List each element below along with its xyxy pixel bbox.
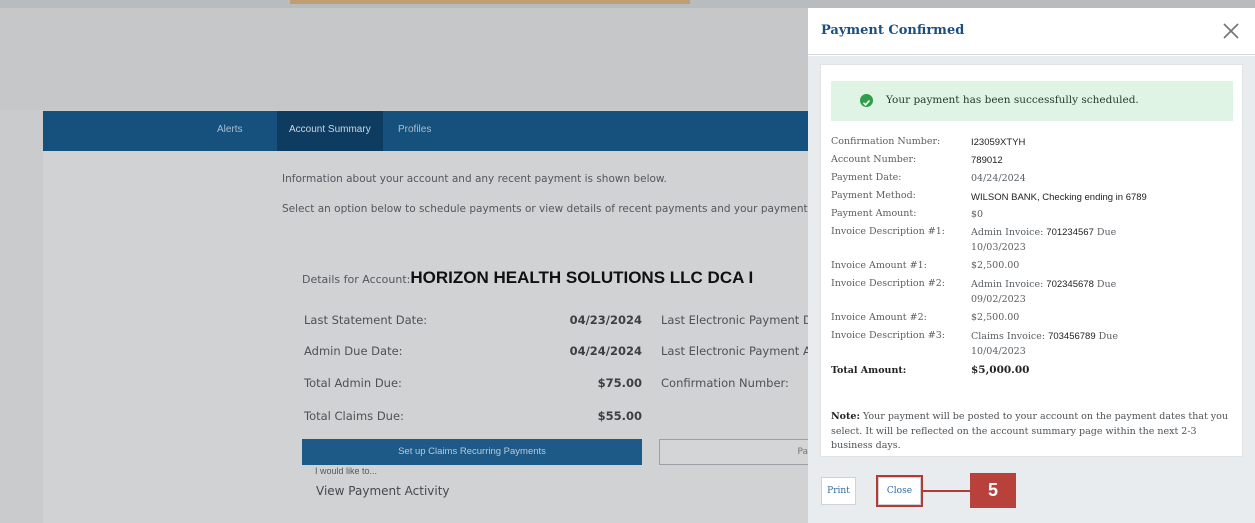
pay-button[interactable]: Pa bbox=[659, 439, 813, 465]
note-label: Note: bbox=[831, 411, 860, 422]
row-label: Total Admin Due: bbox=[304, 376, 402, 390]
detail-value: $2,500.00 bbox=[971, 312, 1020, 323]
print-button[interactable]: Print bbox=[821, 477, 856, 505]
invoice-type: Claims Invoice: bbox=[971, 331, 1049, 342]
payment-confirmed-modal: Payment Confirmed Your payment has been … bbox=[808, 8, 1255, 523]
detail-label: Invoice Description #2: bbox=[831, 278, 945, 289]
detail-value: $0 bbox=[971, 209, 984, 220]
due-label: Due bbox=[1093, 279, 1117, 290]
modal-footer: Print Close 5 bbox=[808, 468, 1255, 523]
row-right-label: Last Electronic Payment Dat bbox=[661, 313, 813, 327]
detail-value: WILSON BANK, Checking ending in 6789 bbox=[971, 192, 1147, 203]
due-label: Due bbox=[1095, 331, 1119, 342]
detail-value: $2,500.00 bbox=[971, 260, 1020, 271]
row-value: 04/23/2024 bbox=[569, 313, 642, 327]
callout-connector bbox=[923, 490, 971, 492]
info-text-1: Information about your account and any r… bbox=[282, 173, 667, 185]
due-date: 10/04/2023 bbox=[971, 346, 1026, 357]
modal-header: Payment Confirmed bbox=[808, 8, 1255, 55]
modal-title: Payment Confirmed bbox=[821, 23, 965, 38]
row-right-label: Confirmation Number: bbox=[661, 376, 789, 390]
details-label: Details for Account: bbox=[302, 273, 411, 286]
modal-body: Your payment has been successfully sched… bbox=[808, 56, 1255, 468]
detail-label: Invoice Amount #2: bbox=[831, 312, 927, 323]
info-text-2: Select an option below to schedule payme… bbox=[282, 203, 813, 215]
detail-value: I23059XTYH bbox=[971, 137, 1026, 148]
row-right-label: Last Electronic Payment Am bbox=[661, 344, 813, 358]
invoice-number: 701234567 bbox=[1046, 227, 1094, 238]
detail-value: 04/24/2024 bbox=[971, 173, 1026, 184]
top-accent bbox=[290, 0, 690, 4]
confirmation-card: Your payment has been successfully sched… bbox=[820, 64, 1243, 457]
detail-label: Payment Method: bbox=[831, 190, 916, 201]
row-label: Admin Due Date: bbox=[304, 344, 403, 358]
detail-label: Invoice Amount #1: bbox=[831, 260, 927, 271]
row-value: 04/24/2024 bbox=[569, 344, 642, 358]
nav-alerts[interactable]: Alerts bbox=[217, 111, 243, 151]
invoice-number: 702345678 bbox=[1046, 279, 1094, 290]
note-text: Your payment will be posted to your acco… bbox=[831, 411, 1229, 451]
nav-profiles[interactable]: Profiles bbox=[398, 111, 431, 151]
due-date: 09/02/2023 bbox=[971, 294, 1026, 305]
detail-label: Confirmation Number: bbox=[831, 136, 941, 147]
setup-claims-recurring-button[interactable]: Set up Claims Recurring Payments bbox=[302, 439, 642, 465]
main-nav: Alerts Account Summary Profiles bbox=[43, 111, 813, 151]
close-icon[interactable] bbox=[1219, 19, 1243, 43]
step-callout-badge: 5 bbox=[970, 473, 1016, 508]
top-bar bbox=[0, 0, 1255, 8]
account-content: Information about your account and any r… bbox=[43, 151, 813, 523]
detail-value: Claims Invoice: 703456789 Due bbox=[971, 331, 1118, 342]
invoice-type: Admin Invoice: bbox=[971, 279, 1047, 290]
detail-label: Payment Amount: bbox=[831, 208, 917, 219]
would-like-label: I would like to... bbox=[315, 466, 378, 476]
detail-label: Payment Date: bbox=[831, 172, 902, 183]
detail-label: Invoice Description #1: bbox=[831, 226, 945, 237]
step-highlight-box bbox=[876, 475, 923, 507]
total-value: $5,000.00 bbox=[971, 364, 1030, 376]
detail-label: Account Number: bbox=[831, 154, 917, 165]
view-payment-activity-link[interactable]: View Payment Activity bbox=[316, 484, 450, 498]
account-name: HORIZON HEALTH SOLUTIONS LLC DCA I bbox=[410, 268, 754, 287]
invoice-type: Admin Invoice: bbox=[971, 227, 1047, 238]
row-label: Last Statement Date: bbox=[304, 313, 428, 327]
nav-account-summary[interactable]: Account Summary bbox=[277, 111, 383, 151]
invoice-number: 703456789 bbox=[1048, 331, 1096, 342]
due-label: Due bbox=[1093, 227, 1117, 238]
due-date: 10/03/2023 bbox=[971, 242, 1026, 253]
success-alert: Your payment has been successfully sched… bbox=[831, 81, 1233, 121]
payment-note: Note: Your payment will be posted to you… bbox=[831, 410, 1236, 454]
check-circle-icon bbox=[860, 94, 873, 107]
row-value: $55.00 bbox=[597, 409, 642, 423]
row-label: Total Claims Due: bbox=[304, 409, 404, 423]
detail-value: Admin Invoice: 701234567 Due bbox=[971, 227, 1116, 238]
detail-value: Admin Invoice: 702345678 Due bbox=[971, 279, 1116, 290]
details-heading: Details for Account:HORIZON HEALTH SOLUT… bbox=[302, 268, 813, 288]
total-label: Total Amount: bbox=[831, 365, 907, 376]
detail-value: 789012 bbox=[971, 155, 1003, 166]
success-message: Your payment has been successfully sched… bbox=[886, 94, 1139, 106]
row-value: $75.00 bbox=[597, 376, 642, 390]
detail-label: Invoice Description #3: bbox=[831, 330, 945, 341]
